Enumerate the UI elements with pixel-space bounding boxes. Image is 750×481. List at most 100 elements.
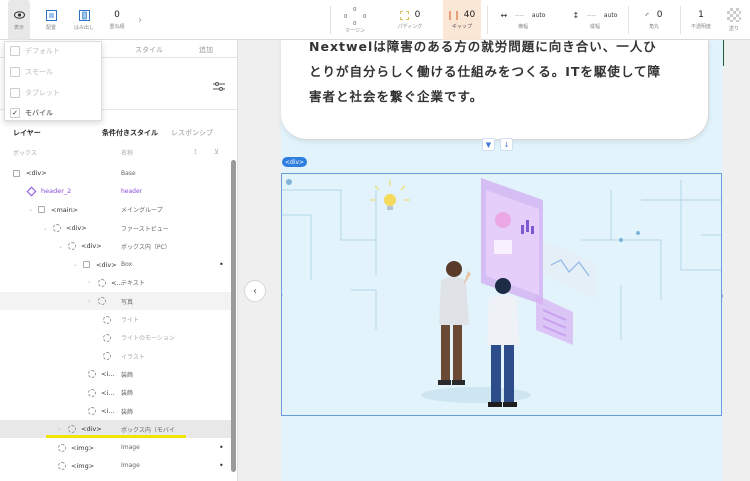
element-icon [88,407,96,415]
scrollbar[interactable] [231,160,236,472]
layer-row[interactable]: <i... 装飾 [0,365,232,383]
layer-tag: <i... [101,407,115,415]
margin-bottom[interactable]: 0 [353,21,357,27]
tab-responsive[interactable]: レスポンシブ [171,128,213,138]
checkbox[interactable] [10,88,20,98]
opacity-label: 不透明度 [690,24,711,30]
align-icon[interactable]: ⊻ [214,148,219,156]
chevron-down-icon[interactable]: ⌄ [73,261,78,268]
collapse-panel-button[interactable]: ‹ [244,280,266,302]
chevron-right-icon[interactable]: › [135,0,145,40]
eye-icon [13,10,25,21]
visibility-dot-icon[interactable]: • [219,260,224,269]
divider [487,6,488,34]
checkbox[interactable] [10,46,20,56]
element-icon [103,315,111,324]
layer-row[interactable]: <i... 装飾 [0,384,232,402]
divider [330,6,331,34]
fill-control[interactable]: 塗り [722,0,746,40]
width-value: ---- [515,11,524,19]
padding-value: 0 [414,10,421,20]
layer-row[interactable]: › <... テキスト [0,274,232,292]
element-icon [58,443,66,452]
highlight-mark [46,435,186,438]
layer-row[interactable]: ⌄ <main> メイングループ [0,201,232,219]
layer-row[interactable]: ⌄ <div> ファーストビュー [0,219,232,237]
opacity-value: 1 [698,10,704,20]
layer-row[interactable]: イラスト [0,347,232,365]
layer-row[interactable]: ⌄ <div> ボックス内（PC） [0,237,232,255]
visibility-dot-icon[interactable]: • [219,443,224,452]
tab-style[interactable]: スタイル [135,45,163,55]
margin-left[interactable]: 0 [344,14,348,20]
layer-name: Box [121,261,133,269]
layer-tag: <div> [81,425,102,434]
gap-label: ギャップ [451,24,472,30]
layer-row[interactable]: <div> Base [0,164,232,182]
margin-right[interactable]: 0 [363,14,367,20]
opacity-control[interactable]: 1 不透明度 [686,0,716,40]
layer-name: ライトのモーション [121,335,175,343]
gap-icon [448,10,458,20]
page-preview: Nextwelは障害のある方の就労問題に向き合い、一人ひ とりが自分らしく働ける… [281,39,723,481]
selection-outline[interactable] [281,173,722,416]
hero-line: とりが自分らしく働ける仕組みをつくる。ITを駆使して障 [309,64,662,79]
margin-top[interactable]: 0 [353,7,357,13]
layer-tag: <main> [51,205,79,214]
element-icon [88,388,96,397]
layer-tag: <div> [96,260,117,269]
display-button[interactable]: 表示 [8,0,30,40]
fill-label: 塗り [728,26,739,32]
element-icon [68,242,76,251]
tab-conditional-style[interactable]: 条件付きスタイル [102,128,158,138]
element-icon [58,461,66,470]
element-icon [88,370,96,379]
element-icon [103,352,111,361]
dropdown-item-label: デフォルト [25,47,60,55]
tab-add[interactable]: 追加 [199,45,213,55]
layer-row[interactable]: › 写真 [0,292,232,311]
zorder-value: 0 [114,10,120,20]
layer-row[interactable]: <i... 装飾 [0,402,232,420]
pin-icon[interactable]: ⟟ [194,148,197,157]
layer-row[interactable]: header_2 header [0,182,232,200]
element-icon [68,425,76,434]
visibility-dot-icon[interactable]: • [219,461,224,470]
dropdown-item-tablet[interactable]: タブレット [10,87,60,99]
layer-row[interactable]: ライト [0,310,232,328]
element-icon [98,278,106,287]
chevron-down-icon[interactable]: ⌄ [58,243,63,250]
layout-button[interactable]: 配置 [40,0,62,40]
dropdown-item-mobile[interactable]: ✓ モバイル [10,107,53,119]
col-name-header: 名称 [121,150,134,157]
chevron-right-icon[interactable]: › [88,298,90,305]
checkbox-checked[interactable]: ✓ [10,108,20,118]
layer-row[interactable]: <img> Image • [0,457,232,475]
chevron-down-icon[interactable]: ⌄ [28,206,33,213]
layer-tag: <img> [71,443,95,452]
chevron-down-icon[interactable]: ⌄ [43,225,48,232]
width-unit: auto [531,11,546,19]
hero-line: Nextwelは障害のある方の就労問題に向き合い、一人ひ [309,39,657,54]
settings-sliders-icon[interactable] [213,82,225,91]
height-label: 縦幅 [589,23,600,30]
layer-row[interactable]: ライトのモーション [0,329,232,347]
checkbox[interactable] [10,67,20,77]
move-down-button[interactable]: ↓ [500,138,513,151]
layer-name: テキスト [121,280,145,288]
chevron-right-icon[interactable]: › [58,426,60,433]
canvas: ‹ Nextwelは障害のある方の就労問題に向き合い、一人ひ とりが自分らしく働… [238,39,750,481]
layer-row[interactable]: ⌄ <div> Box • [0,255,232,273]
selected-element-badge[interactable]: <div> [282,157,308,167]
height-value: ---- [587,11,596,19]
dropdown-item-small[interactable]: スモール [10,66,53,78]
corner-radius-icon: ◜ [645,10,649,20]
chevron-left-icon: ‹ [253,285,257,297]
layer-name: 写真 [121,298,134,306]
move-up-button[interactable]: ▼ [482,138,495,151]
layer-row[interactable]: <img> Image • [0,438,232,456]
dropdown-item-default[interactable]: デフォルト [10,45,60,57]
overflow-button[interactable]: はみ出し [71,0,97,40]
zorder-control[interactable]: 0 重ね順 [106,0,128,40]
chevron-right-icon[interactable]: › [88,279,90,286]
